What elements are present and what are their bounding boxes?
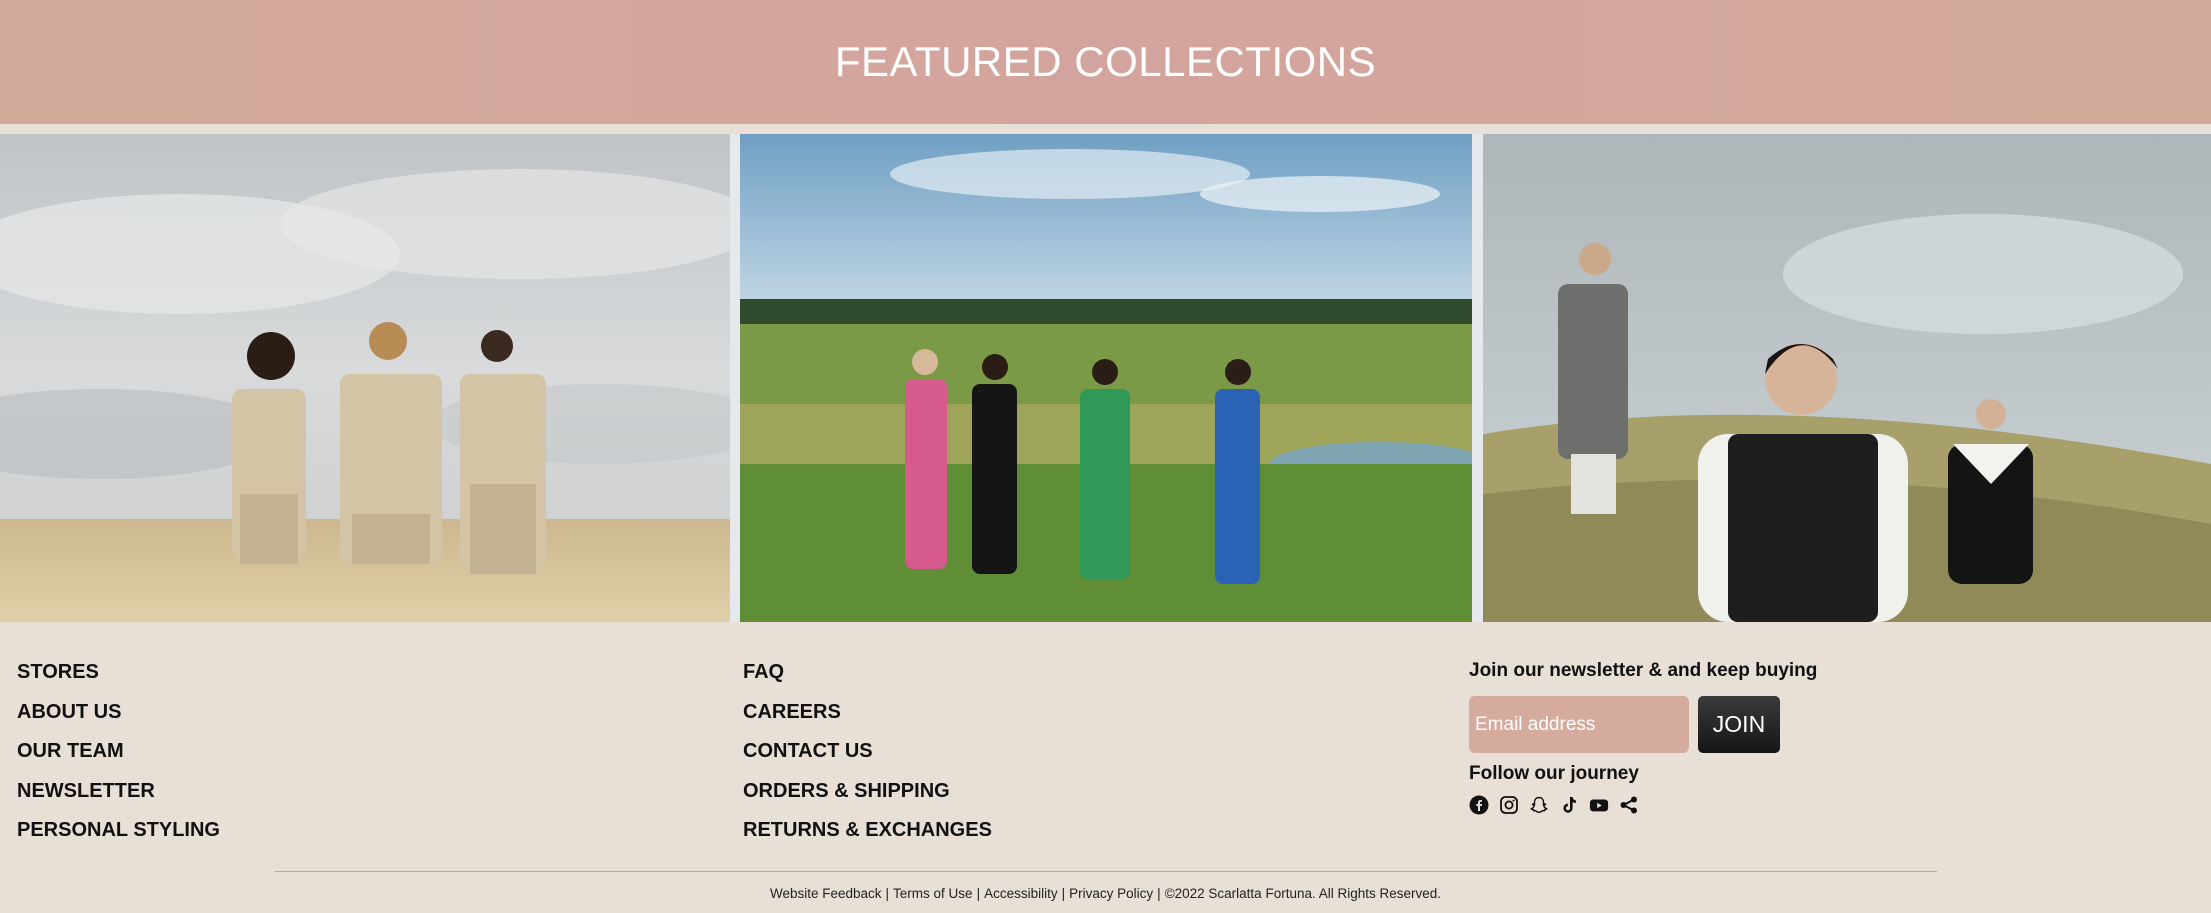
follow-heading: Follow our journey [1469, 763, 1639, 784]
footer-link-personal-styling[interactable]: PERSONAL STYLING [17, 813, 220, 853]
separator: | [885, 886, 890, 901]
facebook-icon[interactable] [1469, 795, 1489, 815]
collection-image-colored-suits[interactable] [740, 134, 1472, 622]
footer-link-returns-exchanges[interactable]: RETURNS & EXCHANGES [743, 813, 992, 853]
footer-link-faq[interactable]: FAQ [743, 655, 992, 695]
footer-link-label[interactable]: OUR TEAM [17, 740, 124, 762]
footer-link-label[interactable]: NEWSLETTER [17, 780, 155, 802]
social-icons [1469, 795, 1989, 815]
footer-link-newsletter[interactable]: NEWSLETTER [17, 774, 220, 814]
footer-link-label[interactable]: CAREERS [743, 701, 841, 723]
featured-collections-banner: FEATURED COLLECTIONS [0, 0, 2211, 124]
website-feedback-link[interactable]: Website Feedback [770, 886, 882, 901]
tiktok-icon[interactable] [1559, 795, 1579, 815]
youtube-icon[interactable] [1589, 795, 1609, 815]
footer-link-label[interactable]: RETURNS & EXCHANGES [743, 819, 992, 841]
terms-of-use-link[interactable]: Terms of Use [893, 886, 973, 901]
footer-link-careers[interactable]: CAREERS [743, 695, 992, 735]
newsletter-signup: Join our newsletter & and keep buying JO… [1469, 660, 1989, 815]
footer-link-orders-shipping[interactable]: ORDERS & SHIPPING [743, 774, 992, 814]
footer-link-label[interactable]: CONTACT US [743, 740, 873, 762]
separator: | [1157, 886, 1161, 901]
footer-links-column-1: STORES ABOUT US OUR TEAM NEWSLETTER PERS… [17, 655, 220, 853]
share-icon[interactable] [1619, 795, 1639, 815]
legal-bar: Website Feedback | Terms of Use | Accessibil… [0, 886, 2211, 901]
footer-links-column-2: FAQ CAREERS CONTACT US ORDERS & SHIPPING… [743, 655, 992, 853]
footer-link-stores[interactable]: STORES [17, 655, 220, 695]
footer-link-label[interactable]: FAQ [743, 661, 784, 683]
instagram-icon[interactable] [1499, 795, 1519, 815]
section-title: FEATURED COLLECTIONS [834, 38, 1377, 85]
footer-divider [275, 871, 1937, 872]
accessibility-link[interactable]: Accessibility [984, 886, 1058, 901]
footer-link-label[interactable]: STORES [17, 661, 99, 683]
join-button[interactable]: JOIN [1698, 696, 1780, 753]
footer-link-our-team[interactable]: OUR TEAM [17, 734, 220, 774]
footer-link-contact-us[interactable]: CONTACT US [743, 734, 992, 774]
newsletter-title: Join our newsletter & and keep buying [1469, 660, 1818, 681]
collection-image-monochrome-dresses[interactable] [1483, 134, 2211, 622]
separator: | [1061, 886, 1066, 901]
footer-link-label[interactable]: ORDERS & SHIPPING [743, 780, 950, 802]
footer-link-label[interactable]: PERSONAL STYLING [17, 819, 220, 841]
separator: | [976, 886, 981, 901]
privacy-policy-link[interactable]: Privacy Policy [1069, 886, 1153, 901]
collections-gallery [0, 134, 2211, 622]
newsletter-form: JOIN [1469, 696, 1989, 753]
footer-link-about-us[interactable]: ABOUT US [17, 695, 220, 735]
footer-link-label[interactable]: ABOUT US [17, 701, 121, 723]
email-input[interactable] [1469, 696, 1689, 753]
collection-image-beige-suits[interactable] [0, 134, 730, 622]
copyright-text: ©2022 Scarlatta Fortuna. All Rights Rese… [1164, 886, 1442, 901]
snapchat-icon[interactable] [1529, 795, 1549, 815]
